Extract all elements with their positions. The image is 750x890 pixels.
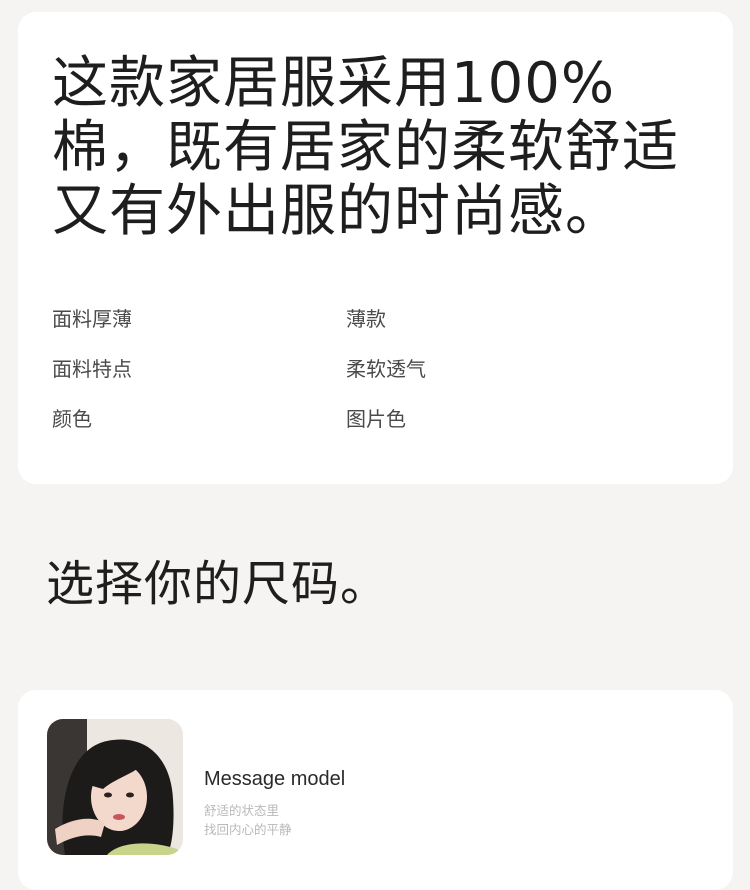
spec-value: 图片色	[346, 407, 406, 431]
model-name: Message model	[204, 768, 346, 790]
model-portrait-image	[47, 719, 183, 855]
spec-row-feature: 面料特点 柔软透气	[52, 352, 672, 402]
model-tagline-line2: 找回内心的平静	[204, 822, 292, 837]
model-card[interactable]: Message model 舒适的状态里 找回内心的平静	[18, 690, 733, 890]
product-headline: 这款家居服采用100%棉，既有居家的柔软舒适又有外出服的时尚感。	[52, 51, 679, 244]
spec-row-color: 颜色 图片色	[52, 402, 672, 452]
spec-value: 柔软透气	[346, 357, 426, 381]
spec-label: 面料厚薄	[52, 307, 132, 331]
spec-label: 颜色	[52, 407, 92, 431]
spec-list: 面料厚薄 薄款 面料特点 柔软透气 颜色 图片色	[52, 302, 672, 452]
model-photo	[47, 719, 183, 855]
model-tagline-line1: 舒适的状态里	[204, 803, 280, 818]
spec-row-thickness: 面料厚薄 薄款	[52, 302, 672, 352]
spec-label: 面料特点	[52, 357, 132, 381]
spec-value: 薄款	[346, 307, 386, 331]
size-section-title: 选择你的尺码。	[46, 556, 390, 612]
product-info-card: 这款家居服采用100%棉，既有居家的柔软舒适又有外出服的时尚感。 面料厚薄 薄款…	[18, 12, 733, 484]
